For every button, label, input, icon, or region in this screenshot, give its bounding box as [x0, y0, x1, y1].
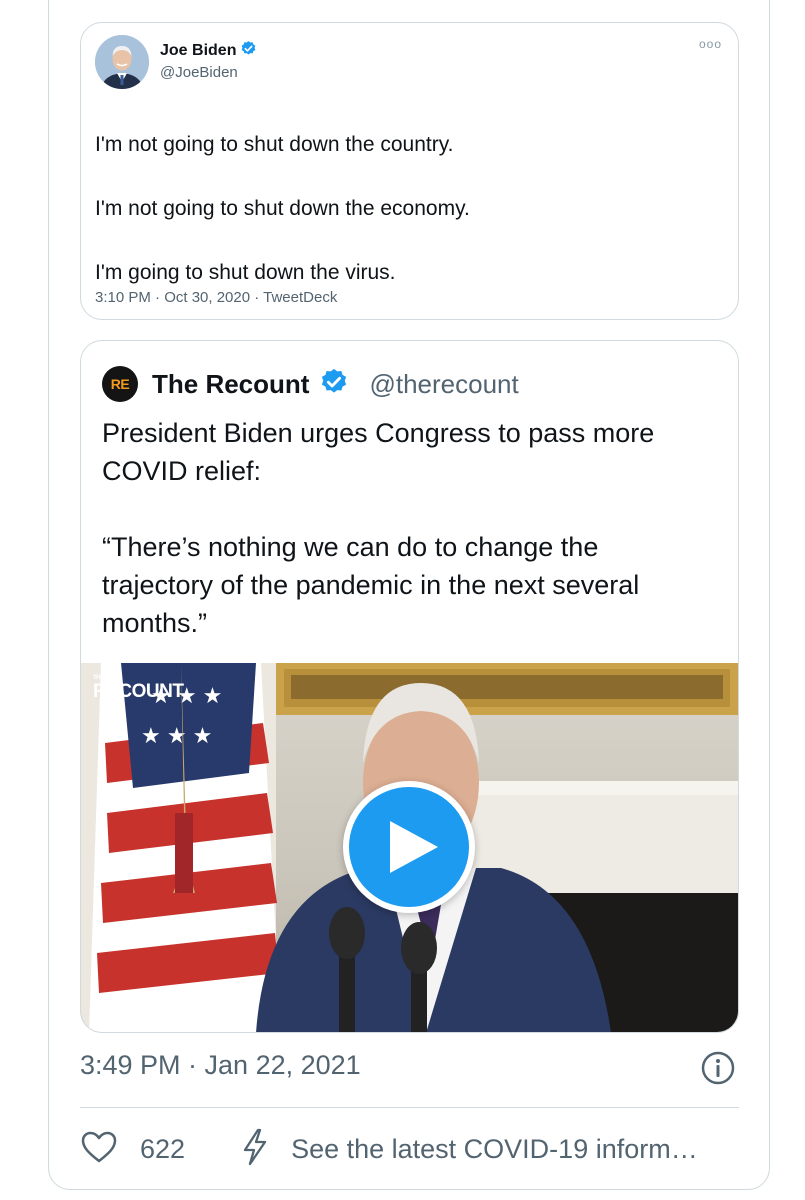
tweet-text-line: COVID relief:: [102, 456, 262, 486]
play-button[interactable]: [343, 781, 475, 913]
heart-icon[interactable]: [80, 1130, 118, 1169]
action-bar: 622 See the latest COVID-19 inform…: [80, 1127, 731, 1171]
info-icon[interactable]: [700, 1050, 736, 1086]
video-player[interactable]: ★ ★ ★ ★ ★ ★ THE RECOUNT: [81, 663, 738, 1032]
play-icon: [390, 821, 438, 873]
tweet-text-line: I'm not going to shut down the country.: [95, 133, 454, 156]
avatar[interactable]: [95, 35, 149, 89]
like-count: 622: [140, 1133, 186, 1164]
tweet-text-line: President Biden urges Congress to pass m…: [102, 418, 655, 448]
video-watermark: THE RECOUNT: [93, 675, 184, 702]
author-handle[interactable]: @JoeBiden: [160, 64, 238, 81]
tweet-text-line: I'm not going to shut down the economy.: [95, 197, 470, 220]
tweet-meta[interactable]: 3:10 PM · Oct 30, 2020 · TweetDeck: [95, 289, 337, 306]
avatar-portrait-icon: [95, 35, 149, 89]
tweet-timestamp[interactable]: 3:49 PM · Jan 22, 2021: [80, 1050, 361, 1081]
tweet-text-line: I'm going to shut down the virus.: [95, 261, 396, 284]
author-name[interactable]: Joe Biden: [160, 42, 236, 60]
tweet-text-line: trajectory of the pandemic in the next s…: [102, 570, 640, 600]
covid-info-link[interactable]: See the latest COVID-19 inform…: [291, 1134, 731, 1165]
more-options-icon[interactable]: ooo: [699, 37, 722, 51]
recount-logo[interactable]: RE: [102, 366, 138, 402]
tweet-text-line: “There’s nothing we can do to change the: [102, 532, 599, 562]
lightning-icon[interactable]: [241, 1128, 269, 1171]
divider: [80, 1107, 739, 1108]
verified-badge-icon: [240, 40, 257, 62]
author-handle[interactable]: @therecount: [369, 369, 518, 400]
verified-badge-icon: [319, 367, 349, 402]
tweet-text-line: months.”: [102, 608, 208, 638]
author-name[interactable]: The Recount: [152, 369, 309, 400]
svg-text:★ ★ ★: ★ ★ ★: [141, 723, 212, 748]
main-tweet: RE The Recount @therecount President Bid…: [80, 340, 739, 1033]
embedded-tweet[interactable]: Joe Biden @JoeBiden ooo I'm not going to…: [80, 22, 739, 320]
